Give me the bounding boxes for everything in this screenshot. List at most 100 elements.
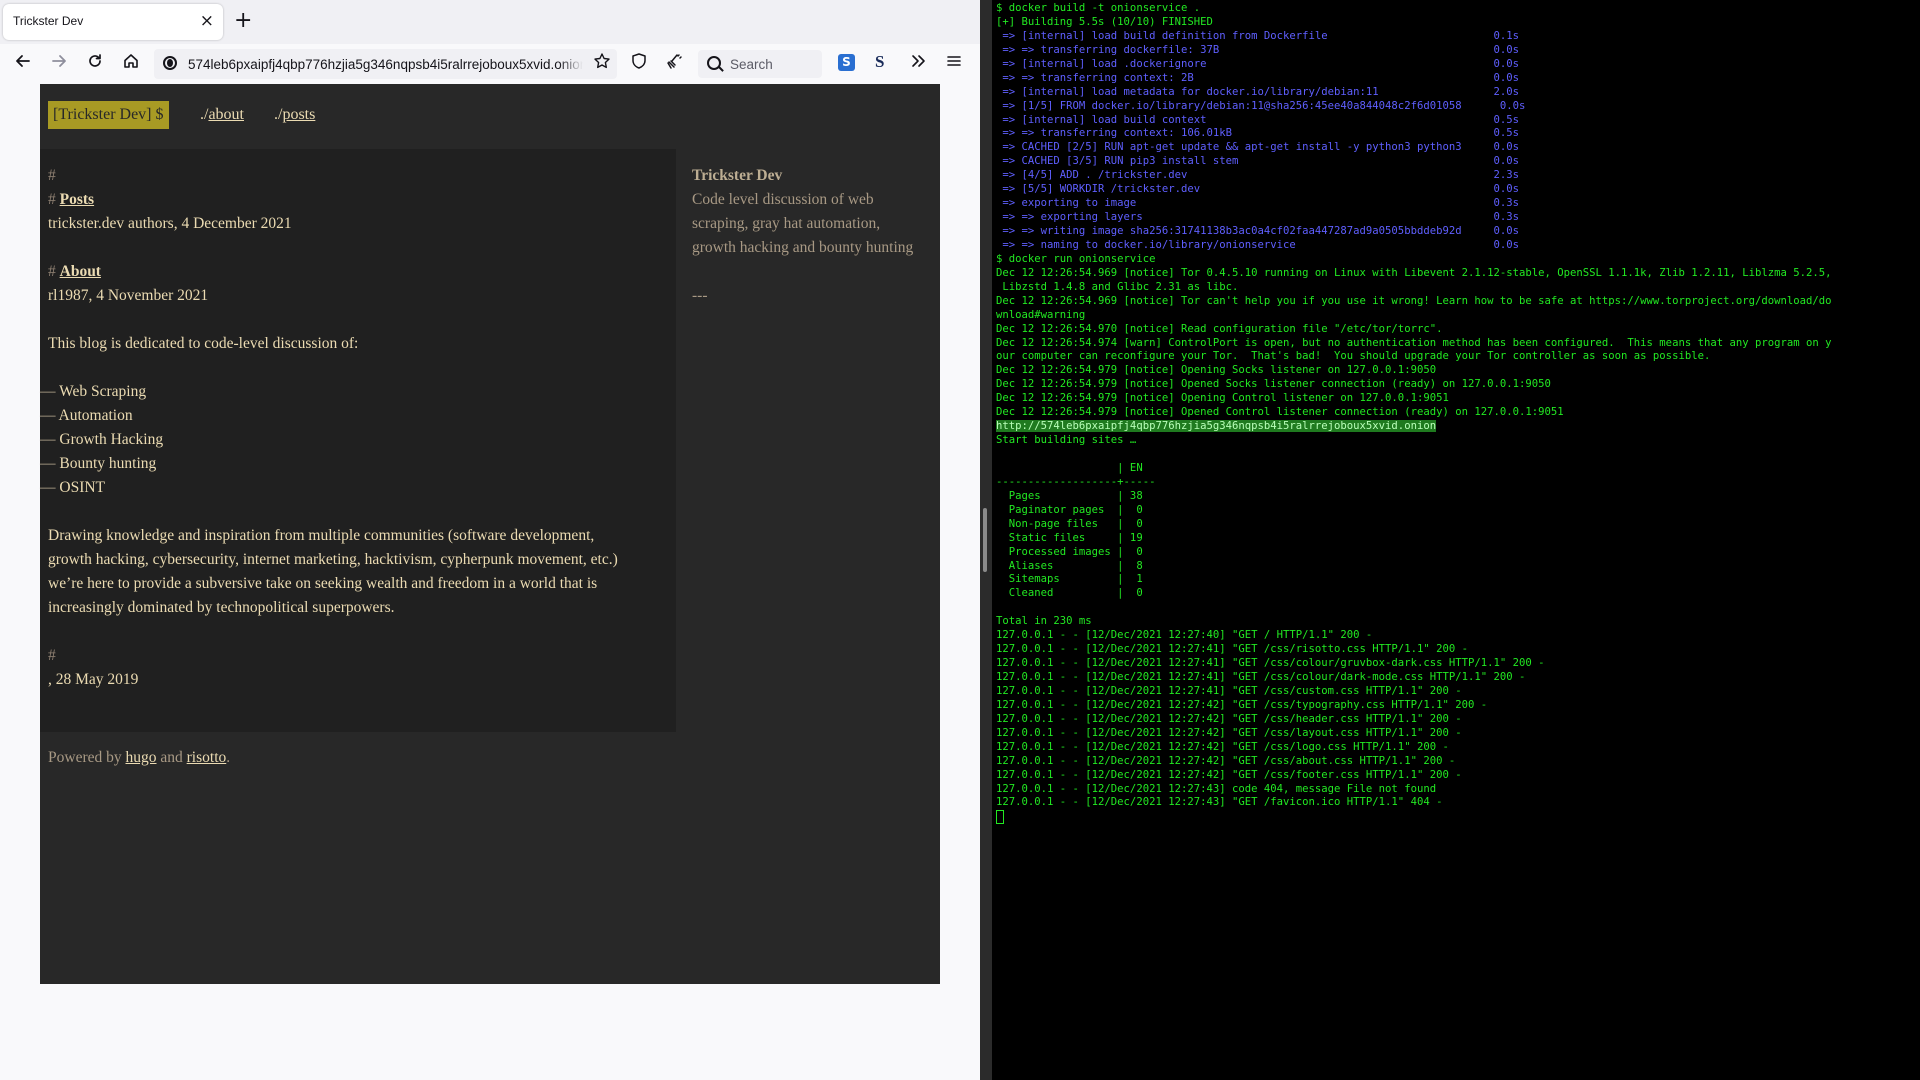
url-bar[interactable]: 574leb6pxaipfj4qbp776hzjia5g346nqpsb4i5r… [154, 49, 617, 79]
terminal-line: 127.0.0.1 - - [12/Dec/2021 12:27:43] "GE… [996, 796, 1832, 810]
nav-link-posts[interactable]: ./posts [274, 106, 315, 124]
new-tab-button[interactable]: + [234, 8, 252, 34]
terminal-line-text: => [internal] load build context 0.5s [996, 113, 1519, 126]
terminal-line: => [internal] load build definition from… [996, 30, 1832, 44]
terminal-line-text: Libzstd 1.4.8 and Glibc 2.31 as libc. [996, 280, 1239, 293]
terminal-line-text: Dec 12 12:26:54.979 [notice] Opening Con… [996, 392, 1449, 405]
footer-hugo-link[interactable]: hugo [126, 749, 157, 766]
shield-icon[interactable] [627, 52, 651, 76]
extension-s-bold-icon[interactable]: S [875, 52, 884, 72]
terminal-line: Libzstd 1.4.8 and Glibc 2.31 as libc. [996, 281, 1832, 295]
terminal-line: Non-page files | 0 [996, 518, 1832, 532]
list-item: — OSINT [40, 479, 105, 497]
aside-description-line: Code level discussion of web [692, 191, 874, 208]
posts-link[interactable]: Posts [60, 191, 94, 208]
terminal-line: => => exporting layers 0.3s [996, 211, 1832, 225]
home-icon[interactable] [119, 52, 143, 76]
intro-text: This blog is dedicated to code-level dis… [48, 335, 359, 352]
search-icon [707, 56, 721, 70]
terminal-line-text: 127.0.0.1 - - [12/Dec/2021 12:27:42] "GE… [996, 712, 1462, 725]
extension-s-icon[interactable]: S [838, 54, 855, 71]
footer-risotto-link[interactable]: risotto [187, 749, 227, 766]
menu-hamburger-icon[interactable] [942, 52, 966, 76]
terminal-line: 127.0.0.1 - - [12/Dec/2021 12:27:42] "GE… [996, 727, 1832, 741]
terminal-line-text: => CACHED [3/5] RUN pip3 install stem 0.… [996, 155, 1519, 168]
posts-meta: trickster.dev authors, 4 December 2021 [48, 215, 292, 232]
list-item: — Growth Hacking [40, 431, 163, 449]
terminal-line: Dec 12 12:26:54.979 [notice] Opening Soc… [996, 364, 1832, 378]
terminal-line-text: -------------------+----- [996, 475, 1156, 488]
onion-icon[interactable] [163, 56, 177, 70]
terminal-line-text: Aliases | 8 [996, 559, 1143, 572]
terminal-line-text: Dec 12 12:26:54.974 [warn] ControlPort i… [996, 336, 1832, 349]
terminal-line-text: Dec 12 12:26:54.969 [notice] Tor 0.4.5.1… [996, 266, 1832, 279]
pane-divider[interactable] [980, 0, 992, 1080]
terminal-line-text: => => writing image sha256:31741138b3ac0… [996, 225, 1519, 237]
terminal-line: => [internal] load .dockerignore 0.0s [996, 58, 1832, 72]
terminal-line: Aliases | 8 [996, 560, 1832, 574]
terminal-line: => exporting to image 0.3s [996, 197, 1832, 211]
nav-link-about[interactable]: ./about [200, 106, 244, 124]
terminal-line-text: 127.0.0.1 - - [12/Dec/2021 12:27:42] "GE… [996, 726, 1462, 739]
about-link[interactable]: About [60, 263, 101, 280]
bullet-dash: — [40, 479, 56, 496]
nav-about-label[interactable]: about [208, 106, 244, 123]
terminal-line-text: => [internal] load metadata for docker.i… [996, 85, 1519, 98]
body-text-line: increasingly dominated by technopolitica… [48, 599, 395, 616]
nav-posts-label[interactable]: posts [282, 106, 315, 123]
body-text-line: we’re here to provide a subversive take … [48, 575, 598, 592]
terminal-line-text: Dec 12 12:26:54.969 [notice] Tor can't h… [996, 294, 1832, 307]
terminal-line: Dec 12 12:26:54.979 [notice] Opening Con… [996, 392, 1832, 406]
search-box[interactable]: Search [698, 50, 822, 78]
forward-arrow-icon[interactable] [47, 52, 71, 76]
terminal-line-text: => [internal] load build definition from… [996, 29, 1519, 42]
third-post-meta: , 28 May 2019 [48, 671, 139, 688]
terminal-line-text: [+] Building 5.5s (10/10) FINISHED [996, 15, 1213, 28]
list-item: — Bounty hunting [40, 455, 156, 473]
reload-icon[interactable] [83, 52, 107, 76]
terminal-line: Dec 12 12:26:54.979 [notice] Opened Sock… [996, 378, 1832, 392]
terminal-line: => CACHED [3/5] RUN pip3 install stem 0.… [996, 155, 1832, 169]
terminal-line: => => writing image sha256:31741138b3ac0… [996, 225, 1832, 239]
browser-window: Trickster Dev × + 574leb6pxaipfj4qbp776h… [0, 0, 980, 1080]
topic-label: Web Scraping [59, 383, 147, 400]
about-meta: rl1987, 4 November 2021 [48, 287, 209, 304]
overflow-chevrons-icon[interactable] [906, 52, 930, 76]
terminal-line: Dec 12 12:26:54.979 [notice] Opened Cont… [996, 406, 1832, 420]
terminal-line-text: Sitemaps | 1 [996, 573, 1143, 586]
terminal-line: => CACHED [2/5] RUN apt-get update && ap… [996, 141, 1832, 155]
aside-separator: --- [692, 287, 708, 304]
terminal-line-text: 127.0.0.1 - - [12/Dec/2021 12:27:42] "GE… [996, 754, 1456, 767]
terminal-line: 127.0.0.1 - - [12/Dec/2021 12:27:42] "GE… [996, 741, 1832, 755]
footer-text: Powered by [48, 749, 122, 766]
terminal-window[interactable]: $ docker build -t onionservice . [+] Buil… [992, 0, 1920, 1080]
url-input[interactable]: 574leb6pxaipfj4qbp776hzjia5g346nqpsb4i5r… [188, 57, 583, 72]
terminal-line-text: 127.0.0.1 - - [12/Dec/2021 12:27:43] cod… [996, 782, 1437, 795]
terminal-line-text: => => transferring dockerfile: 37B 0.0s [996, 43, 1519, 56]
main-content: # # Posts trickster.dev authors, 4 Decem… [40, 149, 676, 732]
tab-trickster-dev[interactable]: Trickster Dev × [3, 4, 223, 40]
terminal-line: $ docker build -t onionservice . [996, 2, 1832, 16]
divider-grip-handle[interactable] [983, 508, 987, 572]
terminal-line: => => transferring context: 106.01kB 0.5… [996, 127, 1832, 141]
terminal-line-text: Non-page files | 0 [996, 517, 1143, 530]
site-footer: Powered by hugo and risotto. [48, 749, 230, 767]
terminal-line-text: => [5/5] WORKDIR /trickster.dev 0.0s [996, 183, 1519, 196]
terminal-line: => [5/5] WORKDIR /trickster.dev 0.0s [996, 183, 1832, 197]
terminal-prompt-line[interactable] [996, 810, 1832, 825]
about-heading-line: # About [48, 263, 101, 281]
terminal-line-text: => => exporting layers 0.3s [996, 211, 1519, 224]
navigation-toolbar: 574leb6pxaipfj4qbp776hzjia5g346nqpsb4i5r… [0, 44, 980, 84]
close-tab-icon[interactable]: × [200, 11, 214, 31]
terminal-line: Dec 12 12:26:54.974 [warn] ControlPort i… [996, 337, 1832, 351]
bookmark-star-icon[interactable] [593, 52, 611, 75]
list-item: — Web Scraping [40, 383, 146, 401]
terminal-line: 127.0.0.1 - - [12/Dec/2021 12:27:41] "GE… [996, 657, 1832, 671]
terminal-line: wnload#warning [996, 309, 1832, 323]
terminal-line-text: Dec 12 12:26:54.979 [notice] Opening Soc… [996, 364, 1437, 377]
site-brand-logo[interactable]: [Trickster Dev] $ [48, 101, 169, 129]
terminal-line: $ docker run onionservice [996, 253, 1832, 267]
terminal-line: -------------------+----- [996, 476, 1832, 490]
tracking-broom-icon[interactable] [662, 52, 686, 76]
back-arrow-icon[interactable] [11, 52, 35, 76]
